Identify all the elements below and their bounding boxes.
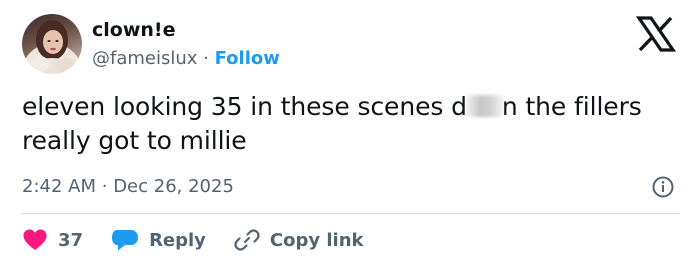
tweet-text-line-1: eleven looking 35 in these scenes d n the…: [22, 90, 682, 124]
reply-bubble-icon: [112, 230, 139, 251]
action-bar: 37 Reply Copy link: [22, 226, 392, 254]
copy-link-button[interactable]: Copy link: [234, 227, 364, 253]
x-logo-icon[interactable]: [635, 16, 677, 52]
avatar-image: [26, 20, 78, 74]
author-handle[interactable]: @fameislux: [92, 48, 197, 69]
tweet-time: 2:42 AM: [22, 176, 96, 197]
reply-label: Reply: [149, 229, 206, 251]
divider: [22, 213, 680, 214]
like-count: 37: [58, 229, 84, 251]
copy-link-label: Copy link: [269, 229, 364, 251]
handle-separator: ·: [203, 48, 215, 69]
author-handle-row: @fameislux · Follow: [92, 47, 280, 71]
avatar[interactable]: [22, 14, 82, 74]
heart-icon: [23, 229, 47, 250]
tweet-text-part: eleven looking 35 in these scenes d: [22, 92, 467, 121]
tweet-text: eleven looking 35 in these scenes d n the…: [22, 90, 682, 158]
reply-button[interactable]: Reply: [111, 228, 206, 252]
like-button[interactable]: 37: [22, 228, 83, 252]
link-icon: [234, 229, 260, 251]
info-icon[interactable]: [651, 175, 675, 199]
tweet-card: clown!e @fameislux · Follow eleven looki…: [0, 0, 700, 267]
censor-blur: [465, 95, 504, 117]
tweet-text-line-2: really got to millie: [22, 126, 247, 155]
tweet-text-part: n the fillers: [501, 92, 642, 121]
tweet-timestamp-row[interactable]: 2:42 AM · Dec 26, 2025: [22, 175, 234, 199]
tweet-date: Dec 26, 2025: [113, 176, 234, 197]
author-display-name[interactable]: clown!e: [92, 18, 175, 42]
follow-button[interactable]: Follow: [215, 48, 280, 69]
date-separator: ·: [101, 176, 114, 197]
